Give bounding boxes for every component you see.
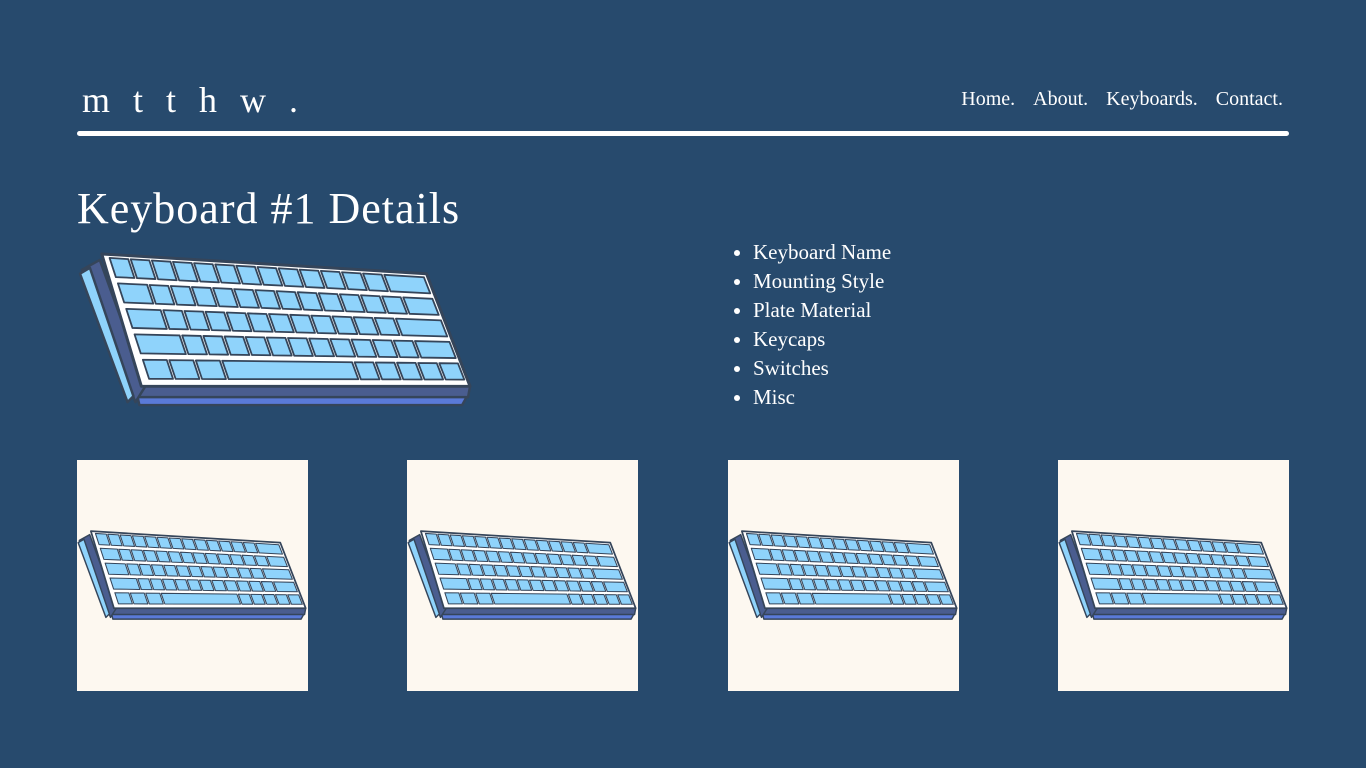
thumbnail-2[interactable]	[407, 460, 638, 691]
hero-keyboard-image	[78, 252, 474, 410]
keyboard-thumbnail-icon	[1058, 530, 1288, 620]
details-item-plate-material: Plate Material	[753, 296, 891, 325]
keyboard-thumbnail-icon	[407, 530, 637, 620]
site-header: m t t h w . Home. About. Keyboards. Cont…	[77, 74, 1289, 136]
keyboard-thumbnail-icon	[728, 530, 958, 620]
nav-contact-link[interactable]: Contact.	[1216, 87, 1283, 111]
thumbnail-4[interactable]	[1058, 460, 1289, 691]
details-item-keyboard-name: Keyboard Name	[753, 238, 891, 267]
details-item-misc: Misc	[753, 383, 891, 412]
thumbnail-3[interactable]	[728, 460, 959, 691]
nav-keyboards-link[interactable]: Keyboards.	[1106, 87, 1198, 111]
nav-about-link[interactable]: About.	[1033, 87, 1088, 111]
details-item-keycaps: Keycaps	[753, 325, 891, 354]
details-item-mounting-style: Mounting Style	[753, 267, 891, 296]
details-list: Keyboard Name Mounting Style Plate Mater…	[733, 238, 891, 412]
details-item-switches: Switches	[753, 354, 891, 383]
keyboard-illustration-icon	[78, 252, 472, 407]
main-nav: Home. About. Keyboards. Contact.	[961, 87, 1283, 111]
keyboard-thumbnail-icon	[77, 530, 307, 620]
page: m t t h w . Home. About. Keyboards. Cont…	[0, 0, 1366, 768]
thumbnail-1[interactable]	[77, 460, 308, 691]
header-divider	[77, 131, 1289, 136]
nav-home-link[interactable]: Home.	[961, 87, 1015, 111]
site-logo[interactable]: m t t h w .	[82, 80, 305, 120]
page-title: Keyboard #1 Details	[77, 184, 461, 233]
